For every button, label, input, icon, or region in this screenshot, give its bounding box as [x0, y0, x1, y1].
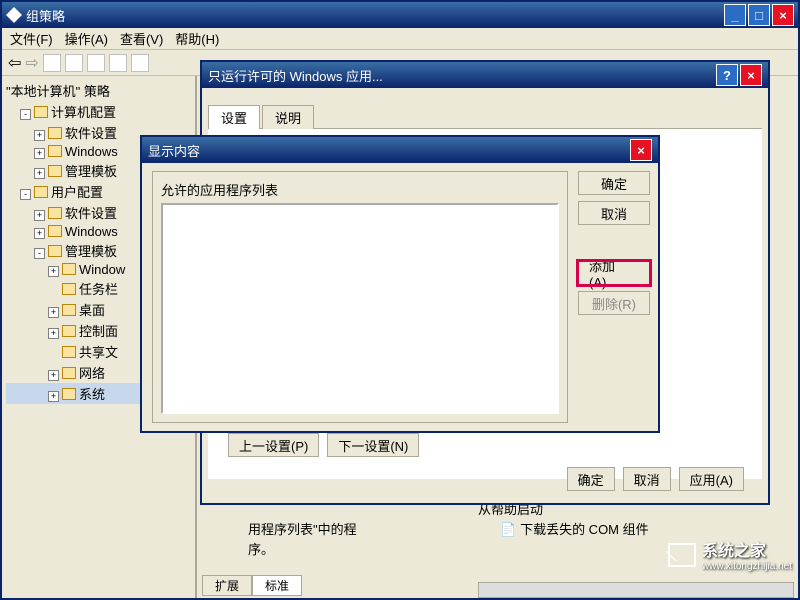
showc-titlebar[interactable]: 显示内容 × [142, 137, 658, 163]
back-button[interactable]: ⇦ [8, 53, 21, 73]
link-download-com[interactable]: 📄 下载丢失的 COM 组件 [500, 522, 648, 537]
main-titlebar[interactable]: 组策略 _ □ × [2, 2, 798, 28]
props-close-button[interactable]: × [740, 64, 762, 86]
tab-settings[interactable]: 设置 [208, 105, 260, 129]
help-icon[interactable] [131, 54, 149, 72]
menu-file[interactable]: 文件(F) [10, 29, 53, 48]
props-tabs: 设置 说明 [208, 92, 762, 129]
menubar: 文件(F) 操作(A) 查看(V) 帮助(H) [2, 28, 798, 50]
hscrollbar[interactable] [478, 582, 794, 598]
menu-help[interactable]: 帮助(H) [175, 29, 219, 48]
paste-icon[interactable] [65, 54, 83, 72]
right-pane-text2: 用程序列表"中的程 📄 下载丢失的 COM 组件 序。 [248, 520, 728, 559]
tree-computer-config[interactable]: -计算机配置 [6, 101, 191, 122]
add-button[interactable]: 添加(A)... [578, 261, 650, 285]
menu-view[interactable]: 查看(V) [120, 29, 163, 48]
forward-button[interactable]: ⇨ [25, 53, 38, 73]
props-title: 只运行许可的 Windows 应用... [208, 66, 383, 85]
minimize-button[interactable]: _ [724, 4, 746, 26]
main-title: 组策略 [26, 6, 65, 25]
tab-explain[interactable]: 说明 [262, 105, 314, 129]
props-help-button[interactable]: ? [716, 64, 738, 86]
showc-ok-button[interactable]: 确定 [578, 171, 650, 195]
props-apply-button[interactable]: 应用(A) [679, 467, 744, 491]
allowed-apps-group: 允许的应用程序列表 [152, 171, 568, 423]
allowed-apps-listbox[interactable] [161, 203, 559, 414]
show-contents-dialog: 显示内容 × 允许的应用程序列表 确定 取消 添加(A)... 删除(R) [140, 135, 660, 433]
bottom-tabs: 扩展 标准 [202, 575, 302, 596]
menu-action[interactable]: 操作(A) [65, 29, 108, 48]
showc-close-button[interactable]: × [630, 139, 652, 161]
allowed-apps-label: 允许的应用程序列表 [161, 180, 559, 199]
remove-button: 删除(R) [578, 291, 650, 315]
up-icon[interactable] [43, 54, 61, 72]
tab-standard[interactable]: 标准 [252, 575, 302, 596]
prev-setting-button[interactable]: 上一设置(P) [228, 433, 319, 457]
close-button[interactable]: × [772, 4, 794, 26]
tree-root[interactable]: "本地计算机" 策略 [6, 80, 191, 101]
props-icon[interactable] [109, 54, 127, 72]
gpedit-icon [6, 7, 22, 23]
showc-title: 显示内容 [148, 141, 200, 160]
copy-icon[interactable] [87, 54, 105, 72]
maximize-button[interactable]: □ [748, 4, 770, 26]
next-setting-button[interactable]: 下一设置(N) [327, 433, 419, 457]
tab-extended[interactable]: 扩展 [202, 575, 252, 596]
props-ok-button[interactable]: 确定 [567, 467, 615, 491]
props-titlebar[interactable]: 只运行许可的 Windows 应用... ? × [202, 62, 768, 88]
props-cancel-button[interactable]: 取消 [623, 467, 671, 491]
showc-cancel-button[interactable]: 取消 [578, 201, 650, 225]
watermark-icon [668, 543, 696, 567]
watermark: 系统之家 www.xitongzhijia.net [668, 537, 792, 572]
